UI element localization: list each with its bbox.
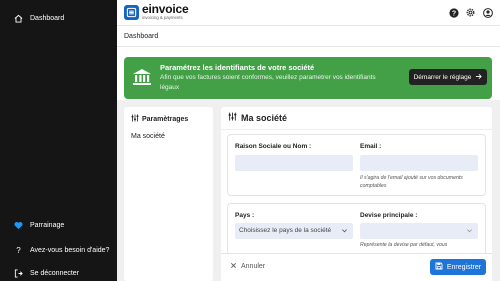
sliders-icon xyxy=(131,114,139,124)
settings-nav-title-label: Paramètrages xyxy=(142,115,189,123)
country-label: Pays : xyxy=(235,212,255,219)
settings-nav-title: Paramètrages xyxy=(131,114,188,124)
chevron-down-icon xyxy=(341,227,348,234)
settings-icon[interactable] xyxy=(465,7,476,18)
chevron-down-icon xyxy=(466,227,473,234)
settings-nav-item-company[interactable]: Ma société xyxy=(131,133,165,140)
logo[interactable]: einvoice invoicing & payments xyxy=(124,2,189,20)
save-label: Enregistrer xyxy=(446,263,482,271)
logo-icon xyxy=(124,4,139,20)
breadcrumb[interactable]: Dashboard xyxy=(124,33,158,40)
sidebar-item-dashboard[interactable]: Dashboard xyxy=(14,14,64,23)
heart-icon xyxy=(14,221,23,230)
company-name-input[interactable] xyxy=(235,155,353,171)
banner-title: Paramétrez les identifiants de votre soc… xyxy=(160,63,315,72)
identity-card: Raison Sociale ou Nom : Email : Il s'agi… xyxy=(227,134,486,196)
logo-name: einvoice xyxy=(142,2,189,16)
svg-text:?: ? xyxy=(451,10,455,17)
sidebar-item-help[interactable]: ? Avez-vous besoin d'aide? xyxy=(14,246,109,255)
sliders-icon xyxy=(228,112,237,123)
help-icon[interactable]: ? xyxy=(448,7,459,18)
email-input[interactable] xyxy=(360,155,478,171)
banner-description: Afin que vos factures soient conformes, … xyxy=(160,74,376,91)
logout-icon xyxy=(14,269,23,278)
email-label: Email : xyxy=(360,143,382,150)
home-icon xyxy=(14,14,23,23)
panel-title: Ma société xyxy=(228,112,287,123)
bank-icon xyxy=(131,66,153,88)
sidebar-item-label: Parrainage xyxy=(30,222,65,229)
save-icon xyxy=(435,262,443,272)
divider xyxy=(221,129,492,130)
panel-title-label: Ma société xyxy=(241,112,288,123)
top-bar: einvoice invoicing & payments ? xyxy=(117,0,500,26)
sidebar-item-label: Se déconnecter xyxy=(30,270,80,277)
currency-help: Représente la devise par défaut, vous xyxy=(360,242,448,248)
country-select[interactable]: Choisissez le pays de la société xyxy=(235,223,353,239)
start-setup-button[interactable]: Démarrer le réglage xyxy=(409,69,487,85)
cancel-button[interactable]: Annuler xyxy=(230,262,265,271)
cancel-label: Annuler xyxy=(241,263,266,270)
sidebar-item-label: Avez-vous besoin d'aide? xyxy=(30,247,110,254)
form-footer: Annuler Enregistrer xyxy=(221,253,492,281)
country-select-placeholder: Choisissez le pays de la société xyxy=(239,227,332,234)
close-icon xyxy=(230,262,237,271)
setup-banner: Paramétrez les identifiants de votre soc… xyxy=(124,57,492,99)
company-name-label: Raison Sociale ou Nom : xyxy=(235,143,312,150)
settings-nav: Paramètrages Ma société xyxy=(124,107,213,281)
logo-tagline: invoicing & payments xyxy=(142,15,183,20)
email-help: Il s'agira de l'email ajouté sur vos doc… xyxy=(360,175,463,189)
save-button[interactable]: Enregistrer xyxy=(430,259,486,275)
currency-select[interactable] xyxy=(360,223,478,239)
sidebar-item-parrainage[interactable]: Parrainage xyxy=(14,221,64,230)
arrow-right-icon xyxy=(475,73,483,82)
sidebar: Dashboard Parrainage ? Avez-vous besoin … xyxy=(0,0,117,281)
sidebar-item-label: Dashboard xyxy=(30,15,65,22)
user-icon[interactable] xyxy=(482,7,493,18)
currency-label: Devise principale : xyxy=(360,212,418,219)
sidebar-item-logout[interactable]: Se déconnecter xyxy=(14,269,79,278)
start-setup-label: Démarrer le réglage xyxy=(413,73,472,81)
breadcrumb-bar: Dashboard xyxy=(117,27,500,47)
question-icon: ? xyxy=(16,246,21,255)
